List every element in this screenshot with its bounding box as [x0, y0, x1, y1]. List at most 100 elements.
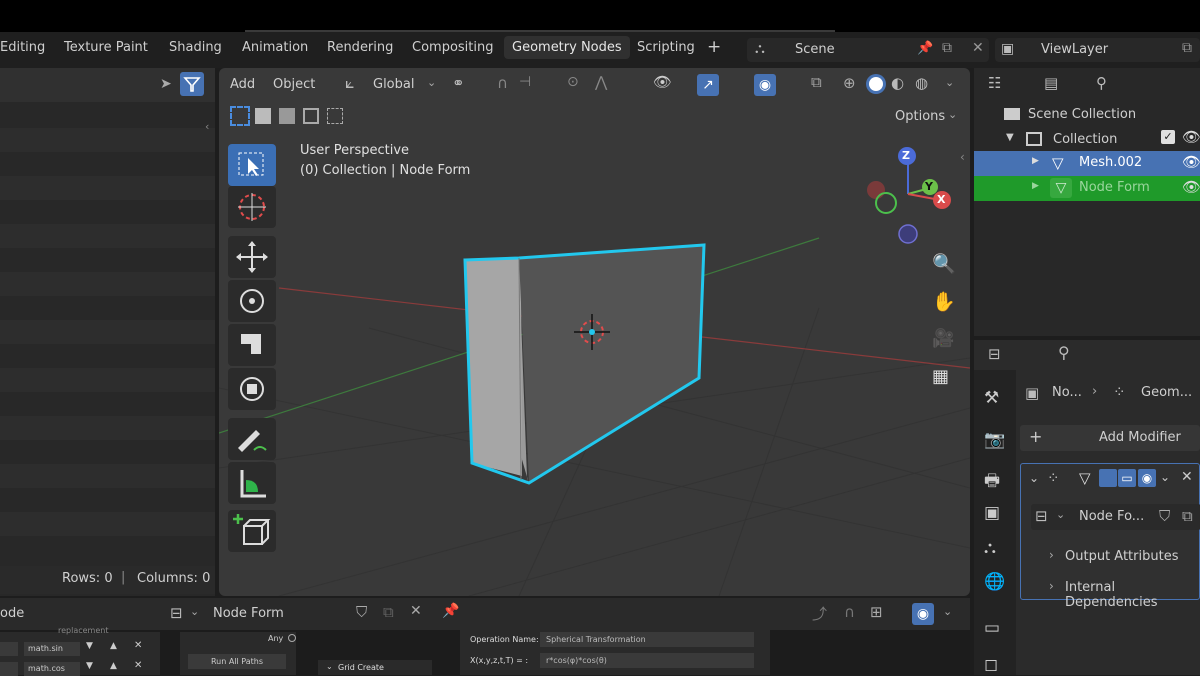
- view-layer-selector[interactable]: ▣ ViewLayer ⧉: [995, 38, 1200, 62]
- outliner-row-node-form[interactable]: ▶ ▽ Node Form 👁: [974, 176, 1200, 201]
- chevron-down-icon[interactable]: ▼: [86, 641, 93, 651]
- tab-scripting[interactable]: Scripting: [637, 40, 695, 55]
- cursor-tool-button[interactable]: [228, 186, 276, 228]
- viewport-display-icon[interactable]: ▭: [1118, 469, 1136, 487]
- move-up-icon[interactable]: ▲: [110, 641, 117, 651]
- view-layer-tab-icon[interactable]: ▣: [984, 503, 1000, 523]
- material-shading-icon[interactable]: ◐: [891, 74, 904, 92]
- copy-icon[interactable]: ⧉: [1182, 507, 1193, 525]
- copy-icon[interactable]: ⧉: [1182, 40, 1192, 56]
- orientation-selector[interactable]: Global: [373, 77, 414, 92]
- chevron-down-icon[interactable]: ⌄: [948, 108, 957, 121]
- overlay-toggle-icon[interactable]: ◉: [912, 603, 934, 625]
- render-display-icon[interactable]: ◉: [1138, 469, 1156, 487]
- add-workspace-button[interactable]: +: [707, 37, 721, 57]
- node-field[interactable]: [0, 662, 18, 676]
- chevron-down-icon[interactable]: ⌄: [943, 605, 952, 618]
- close-icon[interactable]: ✕: [410, 603, 422, 619]
- tab-geometry-nodes[interactable]: Geometry Nodes: [504, 36, 630, 59]
- ortho-grid-icon[interactable]: ▦: [932, 366, 949, 387]
- tab-rendering[interactable]: Rendering: [327, 40, 393, 55]
- options-menu[interactable]: Options: [895, 109, 945, 124]
- fake-user-shield-icon[interactable]: ⛉: [1159, 507, 1170, 525]
- zoom-icon[interactable]: 🔍: [932, 252, 956, 275]
- tab-animation[interactable]: Animation: [242, 40, 308, 55]
- scale-tool-button[interactable]: [228, 324, 276, 366]
- chevron-down-icon[interactable]: ⌄: [945, 76, 954, 89]
- outliner-row-mesh002[interactable]: ▶ ▽ Mesh.002 👁: [974, 151, 1200, 176]
- navigation-gizmo[interactable]: Z Y X: [860, 144, 960, 254]
- expand-arrow-icon[interactable]: ▶: [1032, 181, 1039, 191]
- node-group-selector[interactable]: ⊟ ⌄ Node Fo... ⛉ ⧉: [1031, 504, 1200, 530]
- visibility-icon[interactable]: 👁: [653, 73, 672, 91]
- close-icon[interactable]: ✕: [1181, 469, 1193, 485]
- world-tab-icon[interactable]: 🌐: [984, 572, 1005, 592]
- tool-tab-icon[interactable]: ⚒: [984, 388, 999, 408]
- collection-tab-icon[interactable]: ▭: [984, 618, 1000, 638]
- search-icon[interactable]: ⚲: [1058, 343, 1070, 362]
- tab-editing[interactable]: Editing: [0, 40, 45, 55]
- pin-icon[interactable]: 📌: [442, 603, 459, 619]
- gizmo-toggle-icon[interactable]: ↗: [697, 74, 719, 96]
- visibility-eye-icon[interactable]: 👁: [1182, 178, 1200, 196]
- formula-field[interactable]: r*cos(φ)*cos(θ): [540, 653, 754, 668]
- chevron-down-icon[interactable]: ⌄: [427, 76, 436, 89]
- section-output-attributes[interactable]: Output Attributes: [1065, 549, 1178, 564]
- render-tab-icon[interactable]: 📷: [984, 430, 1005, 450]
- node-tree-icon[interactable]: ⊟: [170, 604, 183, 622]
- xray-icon[interactable]: ⧉: [811, 73, 822, 91]
- move-tool-button[interactable]: [228, 236, 276, 278]
- menu-add[interactable]: Add: [230, 77, 255, 92]
- cursor-icon[interactable]: ➤: [160, 76, 172, 92]
- snap-icon[interactable]: ∩: [844, 603, 855, 621]
- menu-object[interactable]: Object: [273, 77, 315, 92]
- select-intersect-icon[interactable]: [327, 108, 343, 124]
- close-icon[interactable]: ✕: [134, 640, 142, 651]
- node-field[interactable]: math.cos: [24, 662, 80, 676]
- select-new-icon[interactable]: [230, 106, 250, 126]
- grid-create-node[interactable]: ⌄ Grid Create: [318, 660, 432, 675]
- section-internal-dependencies[interactable]: Internal Dependencies: [1065, 580, 1199, 610]
- copy-icon[interactable]: ⧉: [942, 40, 952, 56]
- chevron-down-icon[interactable]: ⌄: [190, 605, 199, 618]
- edit-cage-icon[interactable]: [1099, 469, 1117, 487]
- pin-icon[interactable]: 📌: [917, 41, 933, 56]
- collection-label[interactable]: Collection: [1053, 132, 1117, 147]
- measure-tool-button[interactable]: [228, 462, 276, 504]
- add-modifier-button[interactable]: + Add Modifier: [1020, 425, 1200, 451]
- select-invert-icon[interactable]: [303, 108, 319, 124]
- close-icon[interactable]: ✕: [972, 40, 984, 56]
- run-all-paths-button[interactable]: Run All Paths: [188, 654, 286, 669]
- overlay-toggle-icon[interactable]: ◉: [754, 74, 776, 96]
- snap-target-icon[interactable]: ⊣: [519, 74, 531, 90]
- tab-compositing[interactable]: Compositing: [412, 40, 494, 55]
- solid-shading-icon[interactable]: [866, 74, 886, 94]
- pivot-icon[interactable]: ⚭: [452, 74, 465, 92]
- expand-arrow-icon[interactable]: ›: [1049, 579, 1054, 593]
- tab-shading[interactable]: Shading: [169, 40, 222, 55]
- scene-collection-label[interactable]: Scene Collection: [1028, 107, 1136, 122]
- select-extend-icon[interactable]: [255, 108, 271, 124]
- falloff-icon[interactable]: ⋀: [595, 73, 607, 91]
- select-tool-button[interactable]: [228, 144, 276, 186]
- scene-tab-icon[interactable]: ⛬: [984, 538, 996, 558]
- chevron-down-icon[interactable]: ⌄: [1160, 470, 1170, 484]
- pan-hand-icon[interactable]: ✋: [932, 290, 956, 313]
- move-up-icon[interactable]: ▲: [110, 661, 117, 671]
- expand-arrow-icon[interactable]: ▼: [1006, 132, 1014, 143]
- transform-tool-button[interactable]: [228, 368, 276, 410]
- filter-button[interactable]: [180, 72, 204, 96]
- operation-name-field[interactable]: Spherical Transformation: [540, 632, 754, 647]
- node-field[interactable]: math.sin: [24, 642, 80, 656]
- select-subtract-icon[interactable]: [279, 108, 295, 124]
- chevron-down-icon[interactable]: ⌄: [1056, 508, 1065, 521]
- node-field[interactable]: [0, 642, 18, 656]
- close-icon[interactable]: ✕: [134, 660, 142, 671]
- wireframe-shading-icon[interactable]: ⊕: [843, 74, 856, 92]
- proportional-edit-icon[interactable]: ⊙: [567, 74, 579, 90]
- scene-selector[interactable]: ⛬ Scene 📌 ⧉ ✕: [747, 38, 989, 62]
- fake-user-shield-icon[interactable]: ⛉: [356, 603, 367, 621]
- outliner-display-icon[interactable]: ☷: [988, 74, 1001, 92]
- tab-texture-paint[interactable]: Texture Paint: [64, 40, 148, 55]
- socket[interactable]: [288, 634, 296, 642]
